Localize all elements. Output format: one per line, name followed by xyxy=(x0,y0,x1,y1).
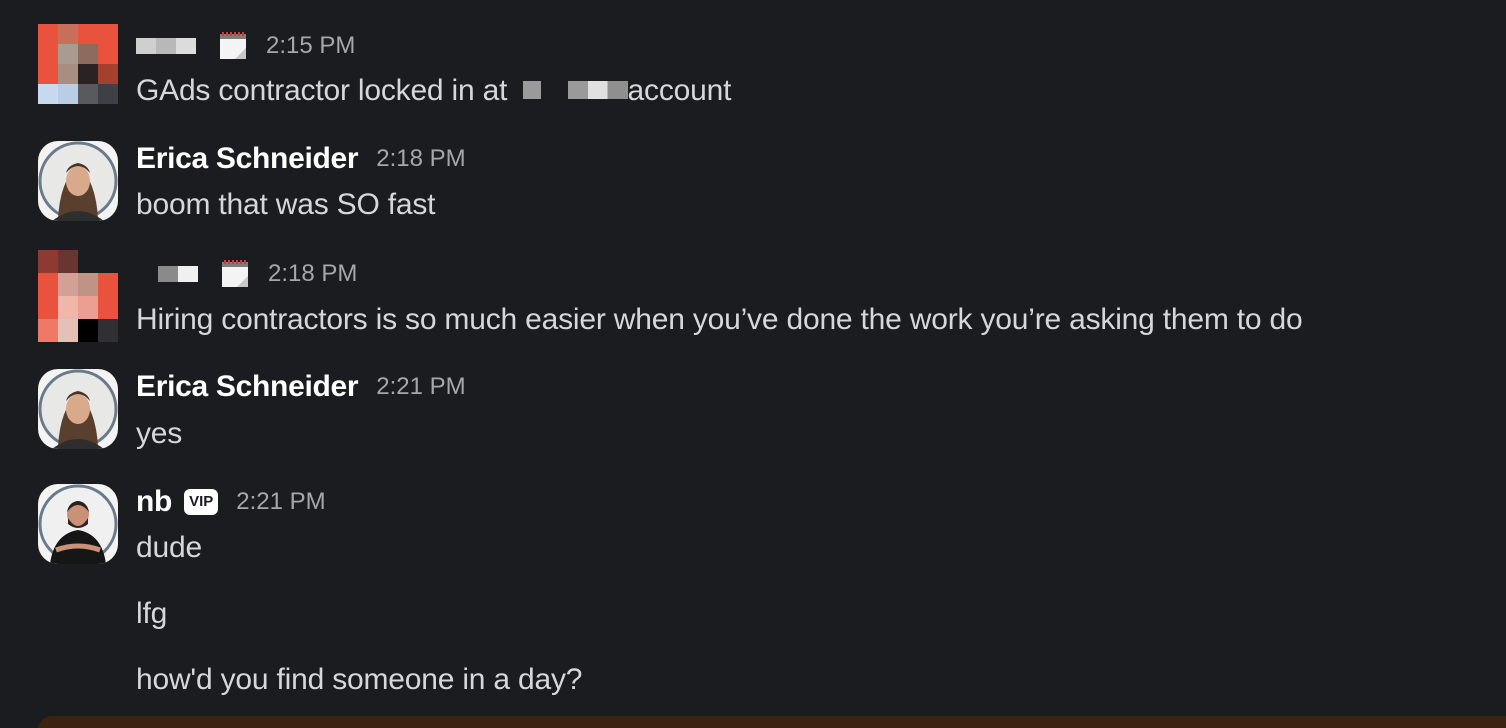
timestamp[interactable]: 2:18 PM xyxy=(268,260,357,288)
avatar[interactable] xyxy=(38,250,118,343)
redacted-text xyxy=(567,81,628,100)
redacted-text xyxy=(523,81,542,100)
redacted-sender-name[interactable] xyxy=(136,38,196,54)
message-text: GAds contractor locked in at account xyxy=(136,74,732,107)
avatar[interactable] xyxy=(38,141,118,221)
message-text: lfg xyxy=(136,597,168,630)
sender-name[interactable]: nb xyxy=(136,485,172,519)
avatar[interactable] xyxy=(38,484,118,564)
timestamp[interactable]: 2:15 PM xyxy=(266,32,355,60)
message-text: Hiring contractors is so much easier whe… xyxy=(136,303,1303,336)
message-composer[interactable] xyxy=(38,716,1506,728)
message-feed: 2:15 PM GAds contractor locked in at acc… xyxy=(0,0,1506,728)
sender-name[interactable]: Erica Schneider xyxy=(136,142,359,176)
timestamp[interactable]: 2:21 PM xyxy=(236,488,325,516)
vip-badge: VIP xyxy=(184,489,219,515)
avatar[interactable] xyxy=(38,24,118,104)
message-text: how'd you find someone in a day? xyxy=(136,663,583,696)
message-header: 2:15 PM xyxy=(136,26,355,66)
calendar-icon xyxy=(218,31,248,61)
message-header: Erica Schneider 2:21 PM xyxy=(136,367,466,407)
sender-name[interactable]: Erica Schneider xyxy=(136,370,359,404)
timestamp[interactable]: 2:18 PM xyxy=(376,145,465,173)
avatar[interactable] xyxy=(38,369,118,449)
calendar-icon xyxy=(220,259,250,289)
message-header: Erica Schneider 2:18 PM xyxy=(136,139,466,179)
redacted-sender-name[interactable] xyxy=(158,266,198,282)
message-text: yes xyxy=(136,417,183,450)
message-header: nb VIP 2:21 PM xyxy=(136,482,326,522)
message-text: boom that was SO fast xyxy=(136,188,436,221)
message-text: dude xyxy=(136,531,202,564)
timestamp[interactable]: 2:21 PM xyxy=(376,373,465,401)
message-header: 2:18 PM xyxy=(136,254,357,294)
